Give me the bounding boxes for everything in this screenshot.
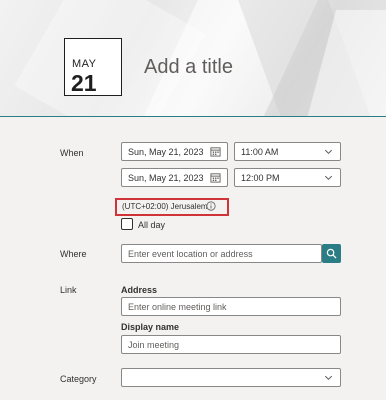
title-input[interactable]: Add a title [144,56,233,79]
when-label: When [60,148,84,158]
location-placeholder: Enter event location or address [128,249,253,259]
timezone-link[interactable]: (UTC+02:00) Jerusalem [122,202,208,211]
end-time-select[interactable]: 12:00 PM [234,168,341,187]
start-time-value: 11:00 AM [241,147,279,157]
start-time-select[interactable]: 11:00 AM [234,142,341,161]
end-date-field[interactable]: Sun, May 21, 2023 [121,168,228,187]
chevron-down-icon [324,149,333,155]
header-divider [0,116,386,117]
end-date-value: Sun, May 21, 2023 [128,173,204,183]
display-name-input[interactable]: Join meeting [121,335,341,354]
location-input[interactable]: Enter event location or address [121,244,322,263]
link-label: Link [60,285,77,295]
start-date-value: Sun, May 21, 2023 [128,147,204,157]
date-tile: MAY 21 [64,38,122,96]
meeting-link-placeholder: Enter online meeting link [128,302,227,312]
display-name-label: Display name [121,322,180,332]
chevron-down-icon [324,375,333,381]
end-time-value: 12:00 PM [241,173,280,183]
chevron-down-icon [324,175,333,181]
display-name-placeholder: Join meeting [128,340,180,350]
all-day-checkbox[interactable] [121,218,133,230]
calendar-icon[interactable] [210,172,221,183]
info-icon[interactable] [206,201,216,211]
location-search-button[interactable] [322,244,341,263]
start-date-field[interactable]: Sun, May 21, 2023 [121,142,228,161]
search-icon [326,248,337,259]
date-tile-day: 21 [71,70,97,96]
category-label: Category [60,374,97,384]
where-label: Where [60,249,87,259]
category-select[interactable] [121,368,341,387]
meeting-link-input[interactable]: Enter online meeting link [121,297,341,316]
address-label: Address [121,285,158,295]
calendar-icon[interactable] [210,146,221,157]
all-day-label[interactable]: All day [138,220,165,230]
date-tile-month: MAY [72,58,97,70]
